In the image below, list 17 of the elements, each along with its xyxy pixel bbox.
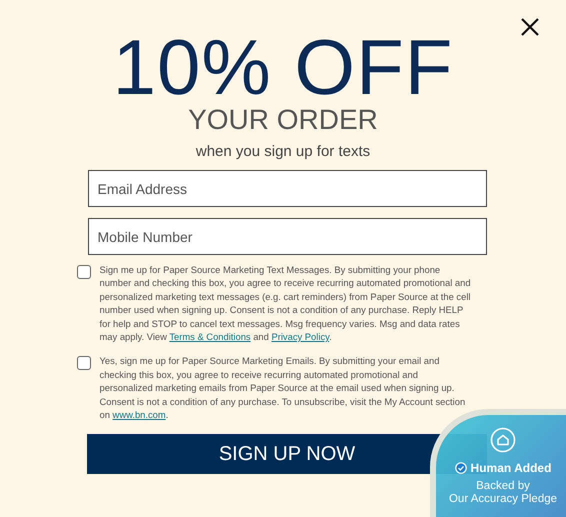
input-field[interactable]: Email Address xyxy=(88,170,486,207)
badge-text: Backed by xyxy=(476,480,530,493)
home-icon xyxy=(490,427,516,453)
check-icon xyxy=(454,462,467,474)
checkbox[interactable] xyxy=(76,265,90,279)
badge-text: Our Accuracy Pledge xyxy=(448,493,558,506)
input-field[interactable]: Mobile Number xyxy=(88,218,486,255)
link[interactable]: Privacy Policy xyxy=(271,331,330,342)
link[interactable]: www.bn.com xyxy=(112,409,166,420)
subheadline: YOUR ORDER xyxy=(188,104,378,136)
consent-text: Yes, sign me up for Paper Source Marketing Emails. By submitting your email and checking this box, you agree to receive recurring automated promotional and personalized marketing emails from Paper Source at the email used when signing up. Consent is not a condition of any purchase. To unsubscribe, visit the My Account section on www.bn.com. xyxy=(100,354,466,422)
consent-text: Sign me up for Paper Source Marketing Text Messages. By submitting your phone number and checking this box, you agree to receive recurring automated promotional and personalized marketing text messages (e.g. cart reminders) from Paper Source at the cell number used when signing up. Consent is not a condition of any purchase. Reply HELP for help and STOP to cancel text messages. Msg frequency varies. Msg and data rates may apply. View Terms & Conditions and Privacy Policy. xyxy=(100,263,472,344)
headline: 10% OFF xyxy=(112,28,454,106)
link[interactable]: Terms & Conditions xyxy=(169,331,251,342)
checkbox[interactable] xyxy=(76,356,90,370)
tagline: when you sign up for texts xyxy=(196,142,370,162)
close-button[interactable] xyxy=(519,16,541,38)
